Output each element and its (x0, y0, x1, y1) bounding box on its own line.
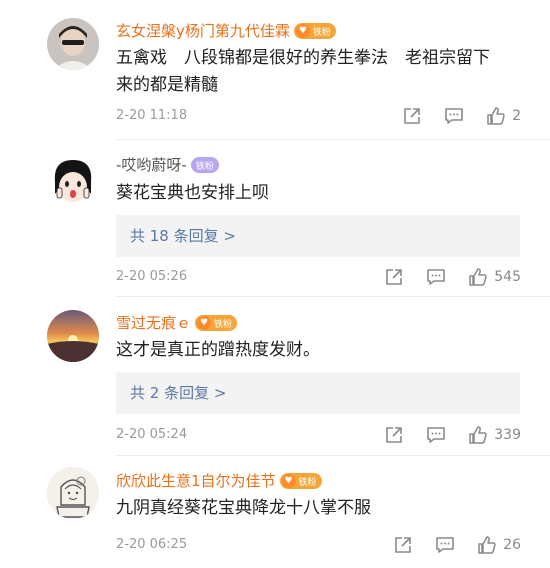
heart-icon: ♥ (295, 24, 310, 38)
timestamp: 2-20 05:26 (116, 269, 188, 284)
avatar[interactable] (47, 310, 99, 362)
comment-text-line: 五禽戏 八段锦都是很好的养生拳法 老祖宗留下 (116, 48, 490, 68)
avatar-image (47, 310, 99, 362)
badge-label: 铁粉 (298, 477, 317, 488)
thumbs-up-icon[interactable] (468, 267, 488, 287)
like-count: 339 (494, 427, 521, 443)
username[interactable]: 欣欣此生意1自尔为佳节 (116, 470, 276, 492)
comment-icon[interactable] (426, 425, 446, 445)
view-replies-button[interactable]: 共 2 条回复 > (116, 372, 520, 414)
fan-badge: ♥ 铁粉 (293, 23, 336, 39)
timestamp: 2-20 11:18 (116, 108, 188, 123)
divider (116, 455, 550, 456)
avatar-image (47, 467, 99, 519)
thumbs-up-icon[interactable] (468, 425, 488, 445)
avatar[interactable] (47, 154, 99, 206)
username-row: 雪过无痕ｅ ♥ 铁粉 (116, 312, 238, 334)
heart-icon: ♥ (197, 316, 212, 330)
divider (116, 139, 550, 140)
thumbs-up-icon[interactable] (486, 106, 506, 126)
username-row: 玄女涅槃y杨门第九代佳霖 ♥ 铁粉 (116, 20, 336, 42)
timestamp: 2-20 06:25 (116, 537, 188, 552)
thumbs-up-icon[interactable] (477, 535, 497, 555)
comment-text-line: 这才是真正的蹭热度发财。 (116, 340, 320, 360)
heart-icon: ♥ (281, 474, 296, 488)
fan-badge: 铁粉 (190, 157, 219, 173)
comment-icon[interactable] (444, 106, 464, 126)
comment-icon[interactable] (426, 267, 446, 287)
avatar[interactable] (47, 467, 99, 519)
comment-text: 五禽戏 八段锦都是很好的养生拳法 老祖宗留下 来的都是精髓 (116, 45, 526, 99)
avatar-image (47, 18, 99, 70)
comment-text-line: 来的都是精髓 (116, 75, 218, 95)
comment-actions: 26 (393, 534, 521, 556)
comment-text-line: 葵花宝典也安排上呗 (116, 183, 269, 203)
like-count: 26 (503, 537, 521, 553)
avatar[interactable] (47, 18, 99, 70)
username-row: -哎哟蔚呀- 铁粉 (116, 154, 219, 176)
comment-actions: 545 (384, 266, 521, 288)
comment-text: 葵花宝典也安排上呗 (116, 180, 526, 207)
divider (116, 296, 550, 297)
fan-badge: ♥ 铁粉 (195, 315, 238, 331)
like-count: 2 (512, 108, 521, 124)
username[interactable]: 雪过无痕ｅ (116, 312, 191, 334)
comment-text: 九阴真经葵花宝典降龙十八掌不服 (116, 495, 526, 522)
comment-text: 这才是真正的蹭热度发财。 (116, 337, 526, 364)
comment-icon[interactable] (435, 535, 455, 555)
share-icon[interactable] (384, 425, 404, 445)
timestamp: 2-20 05:24 (116, 427, 188, 442)
comment-text-line: 九阴真经葵花宝典降龙十八掌不服 (116, 498, 371, 518)
share-icon[interactable] (384, 267, 404, 287)
badge-label: 铁粉 (214, 319, 233, 330)
badge-label: 铁粉 (195, 161, 214, 172)
badge-label: 铁粉 (312, 27, 331, 38)
username[interactable]: -哎哟蔚呀- (116, 154, 187, 176)
fan-badge: ♥ 铁粉 (279, 473, 322, 489)
share-icon[interactable] (402, 106, 422, 126)
share-icon[interactable] (393, 535, 413, 555)
comment-actions: 2 (402, 105, 521, 127)
username-row: 欣欣此生意1自尔为佳节 ♥ 铁粉 (116, 470, 322, 492)
like-count: 545 (494, 269, 521, 285)
avatar-image (47, 154, 99, 206)
username[interactable]: 玄女涅槃y杨门第九代佳霖 (116, 20, 290, 42)
comment-actions: 339 (384, 424, 521, 446)
view-replies-button[interactable]: 共 18 条回复 > (116, 215, 520, 257)
